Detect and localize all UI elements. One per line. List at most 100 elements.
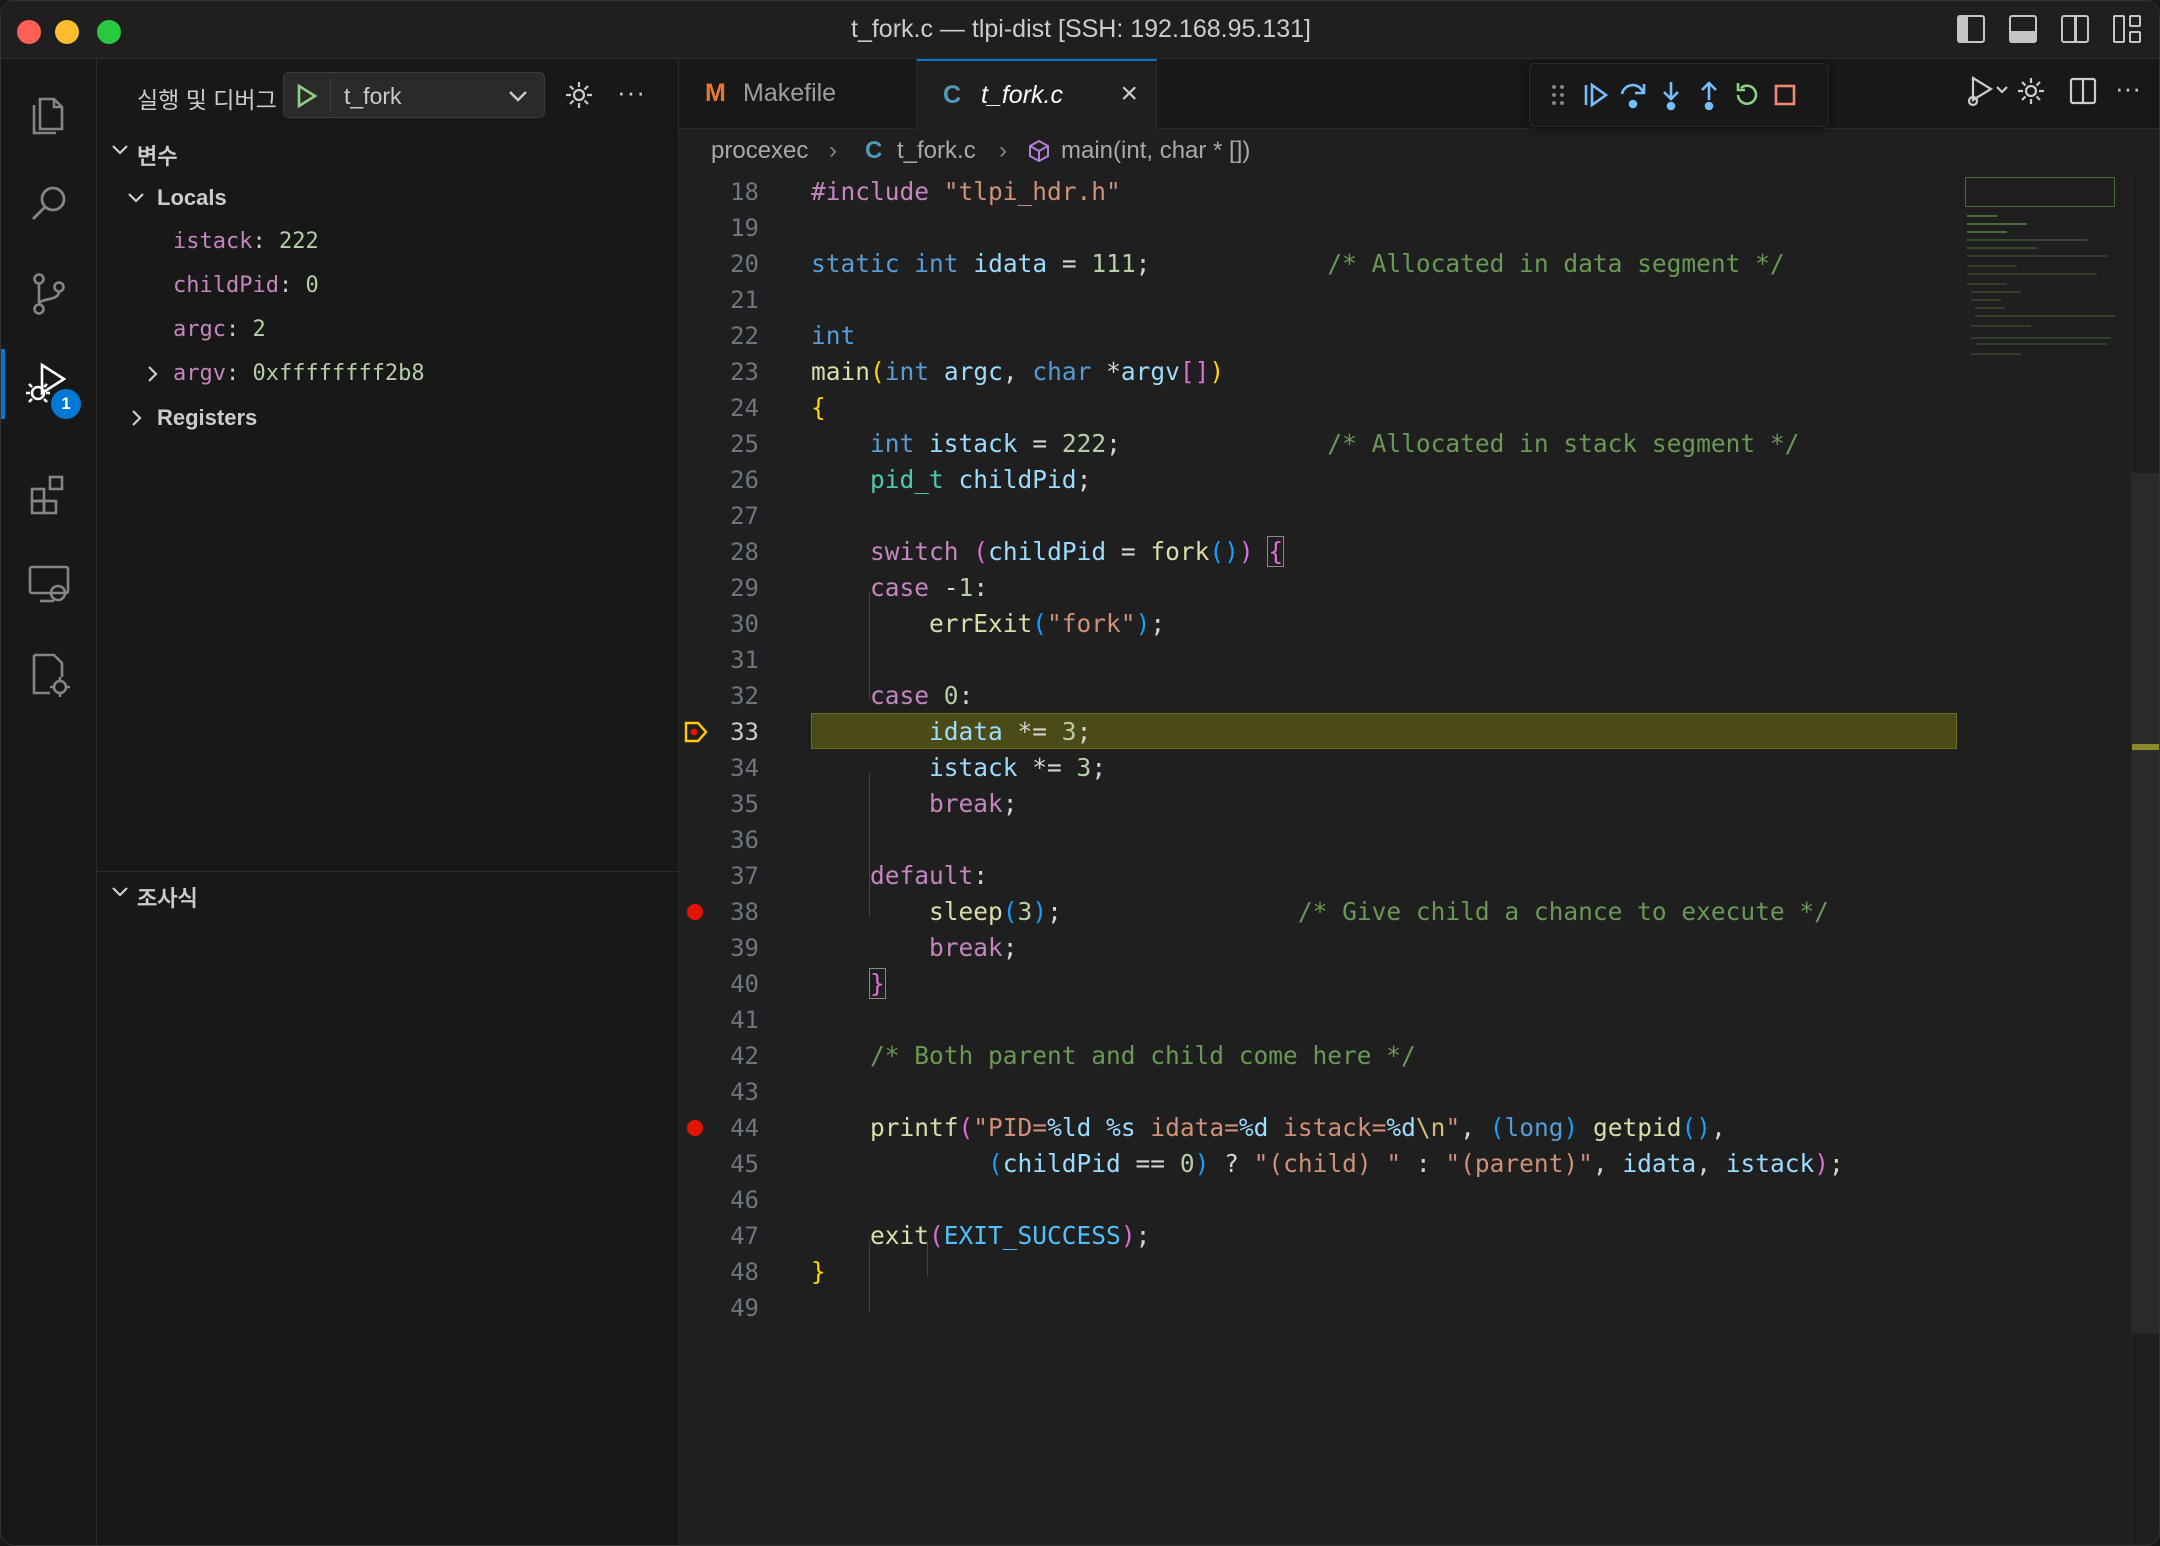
line-number: 39 <box>730 934 759 962</box>
gear-icon[interactable] <box>2013 73 2049 109</box>
variables-header-label: 변수 <box>137 144 178 169</box>
gear-icon[interactable] <box>563 79 595 111</box>
code-editor[interactable]: 18 #include "tlpi_hdr.h" 19 20 static int … <box>679 173 2159 1545</box>
chevron-down-icon[interactable] <box>506 85 530 107</box>
line-number: 43 <box>730 1078 759 1106</box>
toggle-panel-icon[interactable] <box>2009 15 2037 43</box>
line-number: 33 <box>730 718 759 746</box>
customize-layout-icon[interactable] <box>2113 15 2141 43</box>
line-number: 27 <box>730 502 759 530</box>
chevron-right-icon <box>132 410 142 426</box>
tab-bar: M Makefile C t_fork.c × ··· <box>679 59 2159 129</box>
continue-icon[interactable] <box>1578 78 1612 112</box>
activity-run-debug[interactable]: 1 <box>1 339 97 429</box>
line-number: 38 <box>730 898 759 926</box>
chevron-right-icon: › <box>829 137 837 164</box>
run-debug-dropdown-icon[interactable] <box>1963 73 2013 109</box>
variable-row[interactable]: childPid: 0 <box>97 263 679 307</box>
drag-handle-icon[interactable] <box>1542 78 1576 112</box>
code-line: 47 exit(EXIT_SUCCESS); <box>679 1217 2159 1253</box>
minimap[interactable] <box>1965 173 2125 373</box>
variable-row[interactable]: istack: 222 <box>97 219 679 263</box>
watch-section-header[interactable]: 조사식 <box>97 873 679 913</box>
launch-config-name: t_fork <box>344 83 402 109</box>
sidebar-header: 실행 및 디버그 t_fork ··· <box>97 59 679 129</box>
variable-name: childPid <box>173 273 279 298</box>
variable-name: istack <box>173 229 253 254</box>
toggle-primary-sidebar-icon[interactable] <box>1957 15 1985 43</box>
line-number: 21 <box>730 286 759 314</box>
line-number: 30 <box>730 610 759 638</box>
close-icon[interactable]: × <box>1120 77 1138 111</box>
step-into-icon[interactable] <box>1654 78 1688 112</box>
breadcrumb-file[interactable]: t_fork.c <box>897 137 976 165</box>
code-line: 22 int <box>679 317 2159 353</box>
breadcrumb-symbol[interactable]: main(int, char * []) <box>1061 137 1250 165</box>
code-line: 35 break; <box>679 785 2159 821</box>
chevron-down-icon <box>128 193 144 203</box>
registers-scope[interactable]: Registers <box>97 395 679 439</box>
line-number: 23 <box>730 358 759 386</box>
code-line: 19 <box>679 209 2159 245</box>
variable-name: argc <box>173 317 226 342</box>
line-number: 32 <box>730 682 759 710</box>
code-line: 41 <box>679 1001 2159 1037</box>
restart-icon[interactable] <box>1730 78 1764 112</box>
line-number: 47 <box>730 1222 759 1250</box>
code-line: 45 (childPid == 0) ? "(child) " : "(pare… <box>679 1145 2159 1181</box>
step-out-icon[interactable] <box>1692 78 1726 112</box>
activity-explorer[interactable] <box>1 69 97 159</box>
code-line: 28 switch (childPid = fork()) { <box>679 533 2159 569</box>
line-number: 22 <box>730 322 759 350</box>
code-line: 27 <box>679 497 2159 533</box>
code-line: 38 sleep(3); /* Give child a chance to e… <box>679 893 2159 929</box>
window-title: t_fork.c — tlpi-dist [SSH: 192.168.95.13… <box>851 15 1311 43</box>
toggle-secondary-sidebar-icon[interactable] <box>2061 15 2089 43</box>
tab-t-fork-c[interactable]: C t_fork.c × <box>917 59 1157 129</box>
current-execution-line: 33 idata *= 3; <box>679 713 2159 749</box>
chevron-right-icon[interactable] <box>141 363 163 385</box>
vertical-scrollbar-thumb[interactable] <box>2132 473 2159 1333</box>
breadcrumb-folder[interactable]: procexec <box>711 137 808 165</box>
variable-value: 222 <box>278 229 319 254</box>
tab-label: t_fork.c <box>981 81 1063 109</box>
step-over-icon[interactable] <box>1616 78 1650 112</box>
chevron-right-icon: › <box>999 137 1007 164</box>
variable-row[interactable]: argc: 2 <box>97 307 679 351</box>
code-line: 31 <box>679 641 2159 677</box>
locals-scope[interactable]: Locals <box>97 175 679 219</box>
c-file-icon: C <box>943 81 962 109</box>
start-debugging-icon[interactable] <box>294 82 320 110</box>
launch-config-select[interactable]: t_fork <box>283 72 545 118</box>
activity-extensions[interactable] <box>1 449 97 539</box>
files-icon <box>32 97 64 135</box>
line-number: 49 <box>730 1294 759 1322</box>
line-number: 42 <box>730 1042 759 1070</box>
line-number: 34 <box>730 754 759 782</box>
activity-search[interactable] <box>1 159 97 249</box>
tab-makefile[interactable]: M Makefile <box>679 59 917 129</box>
source-control-icon <box>33 273 65 315</box>
variables-section-header[interactable]: 변수 <box>97 131 679 171</box>
activity-remote-explorer[interactable] <box>1 539 97 629</box>
vscode-window: t_fork.c — tlpi-dist [SSH: 192.168.95.13… <box>0 0 2160 1546</box>
editor-group: M Makefile C t_fork.c × ··· procexec › C… <box>679 59 2159 1545</box>
variable-value: 2 <box>252 317 266 342</box>
activity-remote-settings[interactable] <box>1 629 97 719</box>
activity-bar: 1 <box>1 59 97 1545</box>
locals-label: Locals <box>157 185 227 210</box>
line-number: 45 <box>730 1150 759 1178</box>
line-number: 20 <box>730 250 759 278</box>
title-bar: t_fork.c — tlpi-dist [SSH: 192.168.95.13… <box>1 1 2159 59</box>
variable-row[interactable]: argv: 0xffffffff2b8 <box>97 351 679 395</box>
extensions-icon <box>30 475 64 515</box>
line-number: 28 <box>730 538 759 566</box>
c-file-icon: C <box>865 137 883 164</box>
more-actions-icon[interactable]: ··· <box>617 77 646 108</box>
activity-source-control[interactable] <box>1 249 97 339</box>
stop-icon[interactable] <box>1768 78 1802 112</box>
line-number: 29 <box>730 574 759 602</box>
split-editor-icon[interactable] <box>2065 73 2101 109</box>
more-actions-icon[interactable]: ··· <box>2115 73 2151 109</box>
breadcrumb: procexec › C t_fork.c › main(int, char *… <box>679 129 2159 173</box>
